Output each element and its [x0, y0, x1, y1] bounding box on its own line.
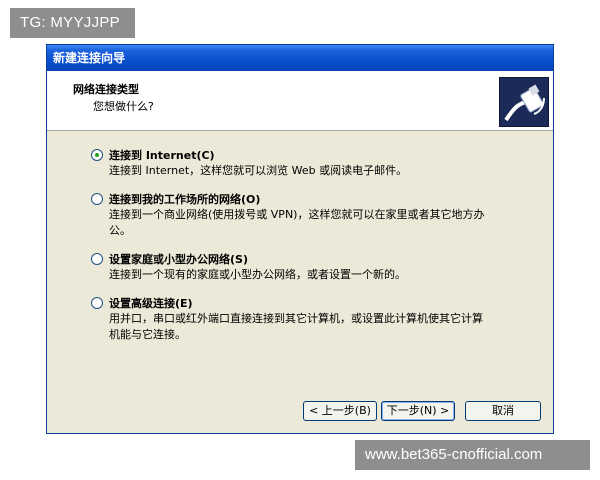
option-desc-internet: 连接到 Internet，这样您就可以浏览 Web 或阅读电子邮件。	[109, 164, 408, 177]
connection-type-options: 连接到 Internet(C) 连接到 Internet，这样您就可以浏览 We…	[91, 147, 531, 355]
option-desc-workplace: 连接到一个商业网络(使用拨号或 VPN)，这样您就可以在家里或者其它地方办公。	[109, 208, 485, 237]
next-button[interactable]: 下一步(N) >	[381, 401, 455, 421]
option-label-workplace[interactable]: 连接到我的工作场所的网络(O)	[109, 191, 260, 207]
back-button[interactable]: < 上一步(B)	[303, 401, 377, 421]
radio-advanced-connection[interactable]	[91, 297, 103, 309]
watermark-bottom: www.bet365-cnofficial.com	[355, 440, 590, 470]
option-home-network[interactable]: 设置家庭或小型办公网络(S) 连接到一个现有的家庭或小型办公网络，或者设置一个新…	[91, 251, 531, 283]
window-title: 新建连接向导	[47, 45, 553, 71]
option-connect-internet[interactable]: 连接到 Internet(C) 连接到 Internet，这样您就可以浏览 We…	[91, 147, 531, 179]
header-title: 网络连接类型	[73, 83, 139, 96]
watermark-top: TG: MYYJJPP	[10, 8, 135, 38]
option-label-home-network[interactable]: 设置家庭或小型办公网络(S)	[109, 251, 248, 267]
wizard-header: 网络连接类型 您想做什么?	[47, 71, 553, 131]
new-connection-wizard-window: 新建连接向导 网络连接类型 您想做什么? 连接到 Internet(C) 连接到…	[46, 44, 554, 434]
network-cable-icon	[499, 77, 549, 127]
radio-connect-internet[interactable]	[91, 149, 103, 161]
header-subtitle: 您想做什么?	[93, 100, 154, 113]
option-desc-home-network: 连接到一个现有的家庭或小型办公网络，或者设置一个新的。	[109, 268, 406, 281]
radio-home-network[interactable]	[91, 253, 103, 265]
option-label-internet[interactable]: 连接到 Internet(C)	[109, 147, 215, 163]
option-advanced-connection[interactable]: 设置高级连接(E) 用并口，串口或红外端口直接连接到其它计算机，或设置此计算机使…	[91, 295, 531, 343]
radio-connect-workplace[interactable]	[91, 193, 103, 205]
option-label-advanced[interactable]: 设置高级连接(E)	[109, 295, 193, 311]
option-desc-advanced: 用并口，串口或红外端口直接连接到其它计算机，或设置此计算机使其它计算机能与它连接…	[109, 312, 483, 341]
cancel-button[interactable]: 取消	[465, 401, 541, 421]
wizard-button-bar: < 上一步(B) 下一步(N) > 取消	[47, 391, 553, 431]
option-connect-workplace[interactable]: 连接到我的工作场所的网络(O) 连接到一个商业网络(使用拨号或 VPN)，这样您…	[91, 191, 531, 239]
